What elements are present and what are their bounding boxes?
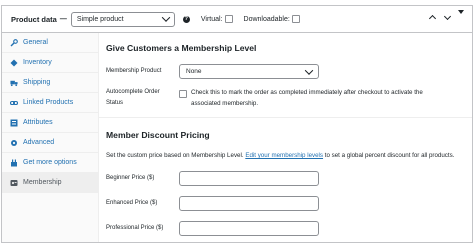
chevron-down-icon (161, 13, 171, 22)
tab-label: Inventory (23, 59, 52, 66)
tab-shipping[interactable]: Shipping (2, 73, 98, 93)
membership-heading: Give Customers a Membership Level (106, 43, 257, 53)
help-icon[interactable]: ? (182, 15, 190, 23)
section-divider (99, 117, 472, 118)
truck-icon (10, 79, 18, 87)
toggle-panel-icon[interactable] (458, 10, 466, 22)
professional-price-label: Professional Price ($) (106, 225, 164, 231)
plugin-icon (10, 159, 18, 167)
autocomplete-description: Check this to mark the order as complete… (191, 89, 423, 107)
beginner-price-input[interactable] (179, 171, 319, 186)
discount-intro: Set the custom price based on Membership… (106, 152, 455, 159)
move-down-icon[interactable] (443, 14, 451, 22)
discount-heading: Member Discount Pricing (106, 130, 210, 140)
product-data-panel: Product data — Simple product ? Virtual:… (1, 5, 473, 243)
tab-linked-products[interactable]: Linked Products (2, 93, 98, 113)
tab-label: Advanced (23, 139, 55, 146)
virtual-checkbox[interactable] (224, 15, 233, 23)
tab-get-more-options[interactable]: Get more options (2, 153, 98, 173)
diamond-icon (10, 59, 18, 67)
tab-label: Linked Products (23, 99, 74, 106)
beginner-price-label: Beginner Price ($) (106, 175, 155, 181)
membership-icon (10, 179, 18, 187)
title-separator: — (59, 15, 67, 23)
virtual-label: Virtual: (200, 15, 223, 23)
membership-product-label: Membership Product (106, 68, 162, 74)
edit-membership-levels-link[interactable]: Edit your membership levels (245, 152, 323, 159)
autocomplete-checkbox[interactable] (179, 90, 187, 98)
membership-product-value: None (186, 68, 202, 75)
product-data-tabs: General Inventory Shipping Linked Produc… (2, 33, 99, 242)
membership-panel: Give Customers a Membership Level Member… (99, 33, 472, 242)
downloadable-checkbox[interactable] (291, 15, 300, 23)
product-type-value: Simple product (76, 15, 124, 23)
wrench-icon (10, 38, 18, 47)
professional-price-input[interactable] (179, 221, 319, 236)
downloadable-label: Downloadable: (243, 15, 290, 23)
tab-label: Attributes (23, 119, 53, 126)
autocomplete-label: Autocomplete Order Status (106, 89, 160, 106)
move-up-icon[interactable] (428, 14, 436, 22)
tab-advanced[interactable]: Advanced (2, 133, 98, 153)
membership-product-select[interactable]: None (179, 64, 319, 79)
list-icon (10, 119, 18, 127)
link-icon (10, 99, 18, 107)
product-type-select[interactable]: Simple product (70, 11, 175, 27)
enhanced-price-input[interactable] (179, 196, 319, 211)
chevron-down-icon (304, 65, 314, 75)
tab-label: Shipping (23, 79, 51, 86)
tab-label: Get more options (23, 159, 77, 166)
tab-label: General (23, 39, 48, 46)
tab-attributes[interactable]: Attributes (2, 113, 98, 133)
tab-label: Membership (23, 179, 62, 186)
tab-inventory[interactable]: Inventory (2, 53, 98, 73)
tab-membership[interactable]: Membership (2, 173, 98, 193)
enhanced-price-label: Enhanced Price ($) (106, 200, 158, 206)
tab-general[interactable]: General (2, 33, 98, 53)
panel-header: Product data — Simple product ? Virtual:… (2, 6, 472, 33)
gear-icon (10, 139, 18, 147)
panel-title: Product data (11, 14, 57, 24)
